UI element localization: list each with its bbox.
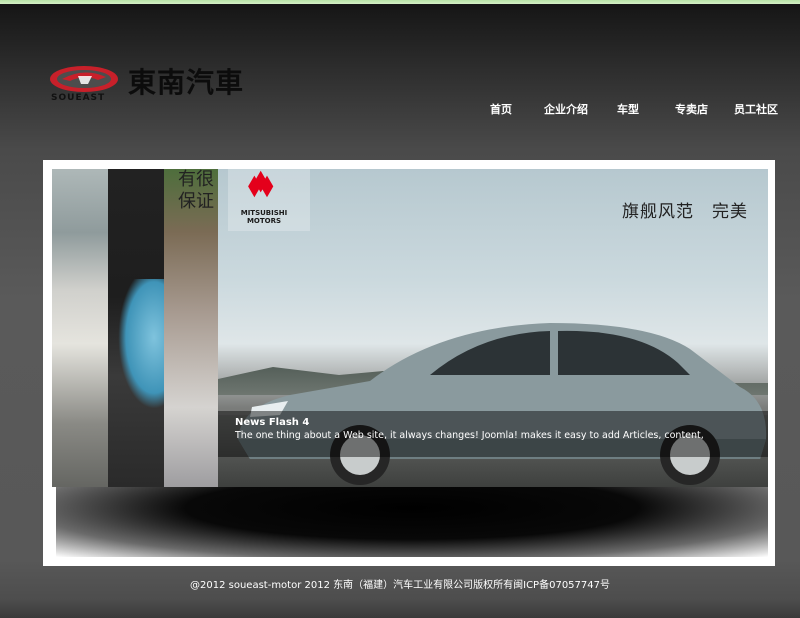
- soueast-emblem-icon: [50, 66, 118, 92]
- banner-reflection: [56, 487, 768, 557]
- slide-overlay-text: 有很 保证: [178, 169, 214, 213]
- sedan-car-image: [238, 323, 767, 485]
- mitsubishi-text: MITSUBISHI MOTORS: [240, 209, 288, 225]
- overlay-text-line-1: 有很: [178, 169, 214, 190]
- top-accent-line: [0, 0, 800, 4]
- nav-item-community[interactable]: 员工社区: [734, 101, 778, 117]
- nav-item-models[interactable]: 车型: [617, 101, 639, 117]
- logo-subtitle: SOUEAST: [51, 93, 106, 103]
- news-caption-title[interactable]: News Flash 4: [235, 417, 309, 428]
- slide-strip-3[interactable]: [164, 169, 218, 487]
- news-caption-bar: News Flash 4 The one thing about a Web s…: [218, 411, 768, 457]
- site-logo[interactable]: SOUEAST 東南汽車: [48, 64, 308, 104]
- overlay-text-line-2: 保证: [178, 191, 214, 212]
- mitsubishi-logo: MITSUBISHI MOTORS: [228, 169, 310, 231]
- news-slideshow[interactable]: 有很 保证 MITSUBISHI MOTORS 旗舰风范 完美 News Fla…: [52, 169, 768, 487]
- slide-slogan: 旗舰风范 完美: [622, 202, 748, 222]
- mitsubishi-diamonds-icon: [248, 170, 274, 198]
- news-caption-text: The one thing about a Web site, it alway…: [235, 430, 704, 441]
- logo-title: 東南汽車: [128, 66, 245, 99]
- footer-copyright: @2012 soueast-motor 2012 东南（福建）汽车工业有限公司版…: [190, 580, 610, 591]
- nav-item-dealers[interactable]: 专卖店: [675, 101, 708, 117]
- nav-item-home[interactable]: 首页: [490, 101, 512, 117]
- main-nav: 首页 企业介绍 车型 专卖店 员工社区: [478, 101, 800, 117]
- slide-strip-1[interactable]: [52, 169, 108, 487]
- nav-item-about[interactable]: 企业介绍: [544, 101, 588, 117]
